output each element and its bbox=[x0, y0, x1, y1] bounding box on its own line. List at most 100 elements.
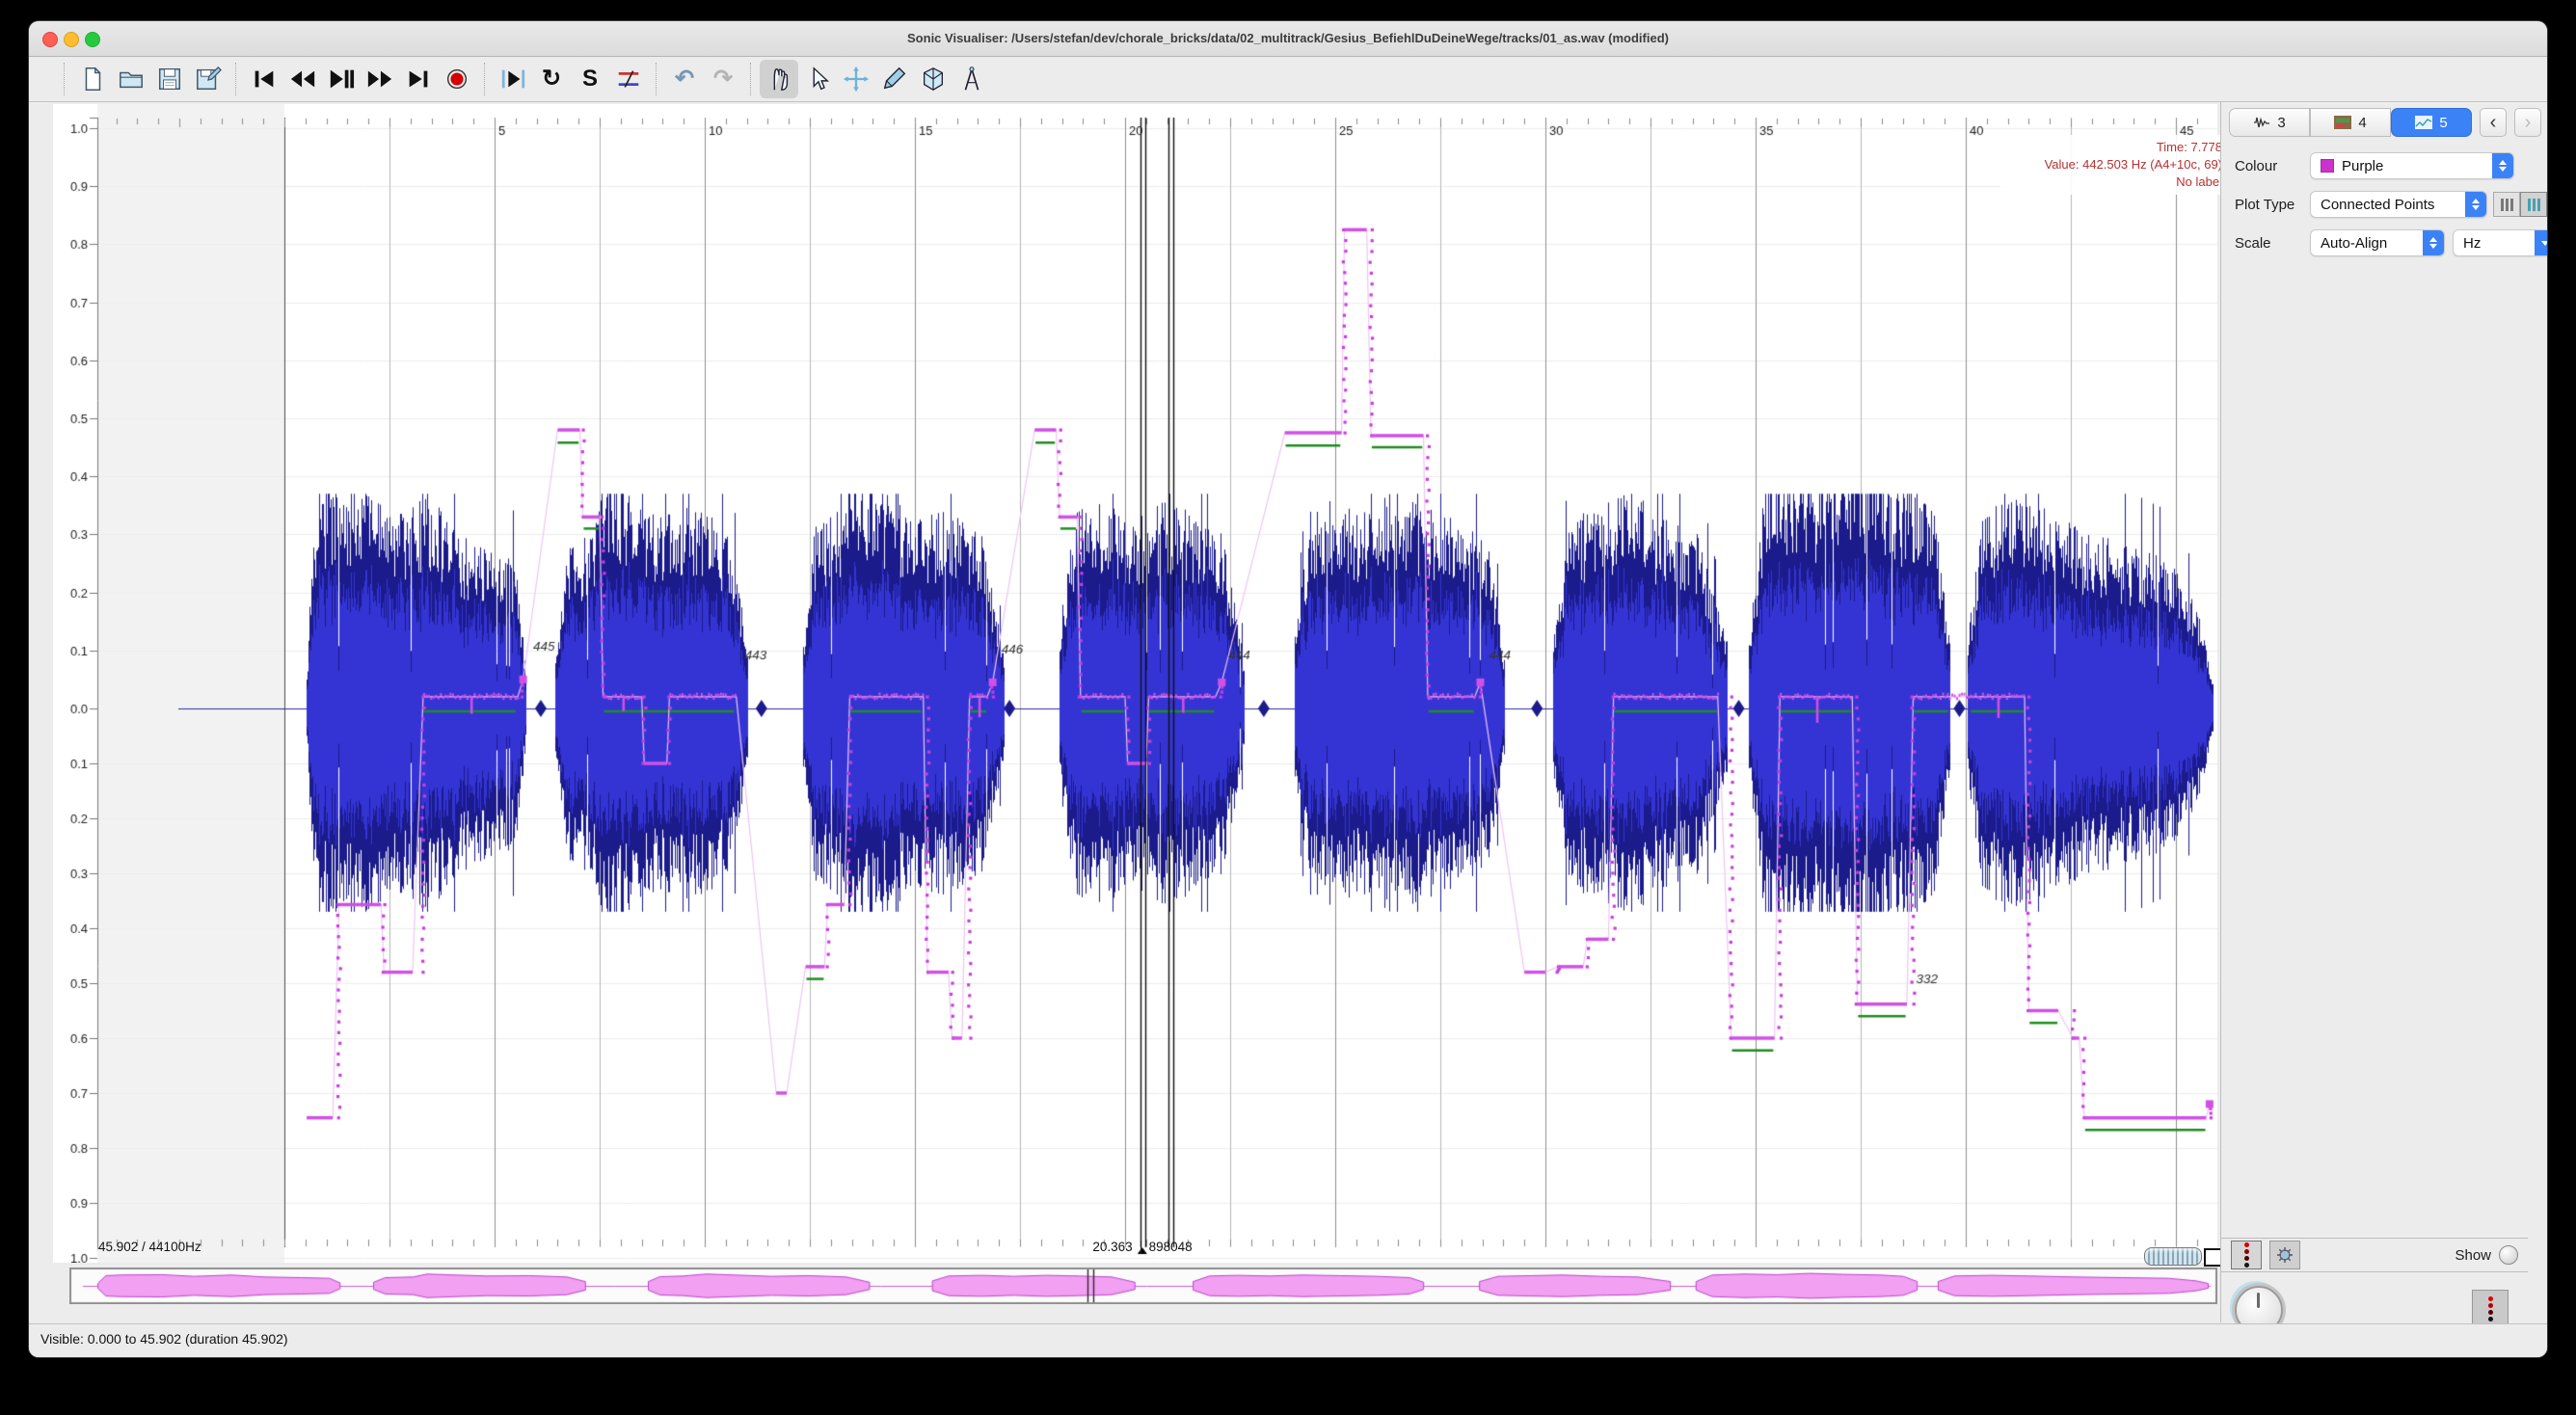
unit-select[interactable]: Hz bbox=[2453, 229, 2547, 256]
play-pause-button[interactable] bbox=[322, 60, 361, 98]
solo-button[interactable]: S bbox=[571, 60, 609, 98]
playback-settings-button[interactable] bbox=[2269, 1241, 2300, 1269]
rewind-start-icon bbox=[251, 66, 278, 93]
rewind-icon bbox=[289, 66, 316, 93]
playback-position-readout: 20.363898048 bbox=[1022, 1240, 1263, 1254]
toolbar-separator bbox=[484, 63, 486, 95]
select-tool-button[interactable] bbox=[798, 60, 837, 98]
compass-icon bbox=[958, 66, 985, 93]
next-pane-button[interactable]: › bbox=[2514, 108, 2541, 137]
stepper-icon bbox=[2492, 153, 2513, 178]
title-bar: Sonic Visualiser: /Users/stefan/dev/chor… bbox=[29, 21, 2547, 57]
tooltip-label: No label bbox=[2006, 174, 2222, 191]
show-label: Show bbox=[2455, 1247, 2491, 1264]
segment-division-button[interactable] bbox=[2493, 192, 2520, 217]
align-icon bbox=[615, 66, 642, 93]
colour-select[interactable]: Purple bbox=[2310, 152, 2514, 179]
chevron-down-icon bbox=[2535, 230, 2547, 255]
duration-samplerate-readout: 45.902 / 44100Hz bbox=[98, 1240, 201, 1254]
zoom-thumbwheel[interactable] bbox=[2144, 1247, 2202, 1266]
solo-icon: S bbox=[582, 67, 598, 91]
draw-tool-button[interactable] bbox=[875, 60, 914, 98]
playback-controls-box: Show bbox=[2221, 1238, 2528, 1272]
measure-tool-button[interactable] bbox=[953, 60, 991, 98]
undo-button[interactable]: ↶ bbox=[665, 60, 704, 98]
tooltip-value: Value: 442.503 Hz (A4+10c, 69) bbox=[2006, 156, 2222, 174]
status-bar: Visible: 0.000 to 45.902 (duration 45.90… bbox=[29, 1323, 2547, 1357]
knob-pointer-icon bbox=[2257, 1293, 2260, 1308]
pane-tab-4[interactable]: 4 bbox=[2310, 108, 2391, 137]
toolbar-separator bbox=[235, 63, 237, 95]
fast-forward-button[interactable] bbox=[361, 60, 399, 98]
navigate-tool-button[interactable] bbox=[760, 60, 798, 98]
waveform-thumb-icon bbox=[2253, 116, 2270, 129]
playback-frame: 898048 bbox=[1149, 1240, 1193, 1254]
plot-type-select[interactable]: Connected Points bbox=[2310, 191, 2487, 218]
colour-label: Colour bbox=[2235, 158, 2310, 174]
play-selection-icon bbox=[499, 66, 526, 93]
plot-type-label: Plot Type bbox=[2235, 197, 2310, 213]
save-button[interactable] bbox=[150, 60, 189, 98]
stepper-icon bbox=[2465, 192, 2486, 217]
scale-select[interactable]: Auto-Align bbox=[2310, 229, 2445, 256]
rewind-button[interactable] bbox=[283, 60, 322, 98]
move-cross-icon bbox=[843, 66, 870, 93]
erase-tool-button[interactable] bbox=[914, 60, 953, 98]
app-window: Sonic Visualiser: /Users/stefan/dev/chor… bbox=[29, 21, 2547, 1357]
playback-level-button[interactable] bbox=[2472, 1290, 2509, 1328]
plot-type-value: Connected Points bbox=[2321, 197, 2434, 213]
main-view-canvas[interactable] bbox=[53, 104, 2217, 1263]
edit-tool-button[interactable] bbox=[837, 60, 875, 98]
scale-value: Auto-Align bbox=[2321, 235, 2387, 252]
hand-icon bbox=[765, 66, 792, 93]
previous-pane-button[interactable]: ‹ bbox=[2480, 108, 2507, 137]
pane-tab-5-selected[interactable]: 5 bbox=[2391, 108, 2472, 137]
pencil-icon bbox=[881, 66, 908, 93]
level-meter-button[interactable] bbox=[2231, 1241, 2262, 1269]
undo-icon: ↶ bbox=[675, 67, 694, 91]
fast-forward-end-button[interactable] bbox=[399, 60, 438, 98]
save-as-button[interactable] bbox=[189, 60, 228, 98]
toolbar-separator bbox=[750, 63, 752, 95]
pane-tab-label: 3 bbox=[2277, 115, 2285, 131]
new-file-icon bbox=[79, 66, 106, 93]
line-chart-thumb-icon bbox=[2415, 116, 2432, 129]
redo-button[interactable]: ↷ bbox=[704, 60, 742, 98]
pane-tab-3[interactable]: 3 bbox=[2229, 108, 2310, 137]
cube-icon bbox=[920, 66, 947, 93]
pane-tab-label: 5 bbox=[2439, 115, 2447, 131]
redo-icon: ↷ bbox=[713, 67, 733, 91]
overview-panner-canvas[interactable] bbox=[69, 1268, 2217, 1304]
toolbar-separator bbox=[64, 63, 66, 95]
loop-button[interactable]: ↻ bbox=[532, 60, 571, 98]
window-title: Sonic Visualiser: /Users/stefan/dev/chor… bbox=[29, 21, 2547, 56]
fast-forward-icon bbox=[366, 66, 393, 93]
pane-tab-label: 4 bbox=[2358, 115, 2366, 131]
scale-label: Scale bbox=[2235, 235, 2310, 252]
tooltip-time: Time: 7.778 bbox=[2006, 139, 2222, 156]
save-as-icon bbox=[195, 66, 222, 93]
loop-icon: ↻ bbox=[542, 67, 561, 91]
level-dots-icon bbox=[2488, 1296, 2493, 1322]
toolbar-separator bbox=[656, 63, 657, 95]
open-button[interactable] bbox=[112, 60, 150, 98]
playhead-tick-icon bbox=[1140, 1241, 1141, 1253]
rewind-start-button[interactable] bbox=[245, 60, 283, 98]
new-session-button[interactable] bbox=[73, 60, 112, 98]
toolbar: ↻ S ↶ ↷ bbox=[29, 57, 2547, 102]
level-dots-icon bbox=[2244, 1242, 2249, 1268]
unit-value: Hz bbox=[2463, 235, 2481, 252]
scale-row: Scale Auto-Align Hz bbox=[2235, 229, 2547, 256]
layer-property-panel: 3 4 5 ‹ › Colour Purple Plot Type bbox=[2220, 102, 2547, 1322]
segment-division-active-button[interactable] bbox=[2520, 192, 2547, 217]
spectrogram-thumb-icon bbox=[2334, 116, 2351, 129]
play-selection-button[interactable] bbox=[494, 60, 532, 98]
colour-row: Colour Purple bbox=[2235, 152, 2514, 179]
show-toggle[interactable] bbox=[2499, 1245, 2518, 1265]
status-text: Visible: 0.000 to 45.902 (duration 45.90… bbox=[40, 1331, 288, 1347]
align-button[interactable] bbox=[609, 60, 648, 98]
record-icon bbox=[443, 66, 470, 93]
colour-swatch-icon bbox=[2321, 159, 2334, 173]
record-button[interactable] bbox=[438, 60, 476, 98]
fast-forward-end-icon bbox=[405, 66, 432, 93]
